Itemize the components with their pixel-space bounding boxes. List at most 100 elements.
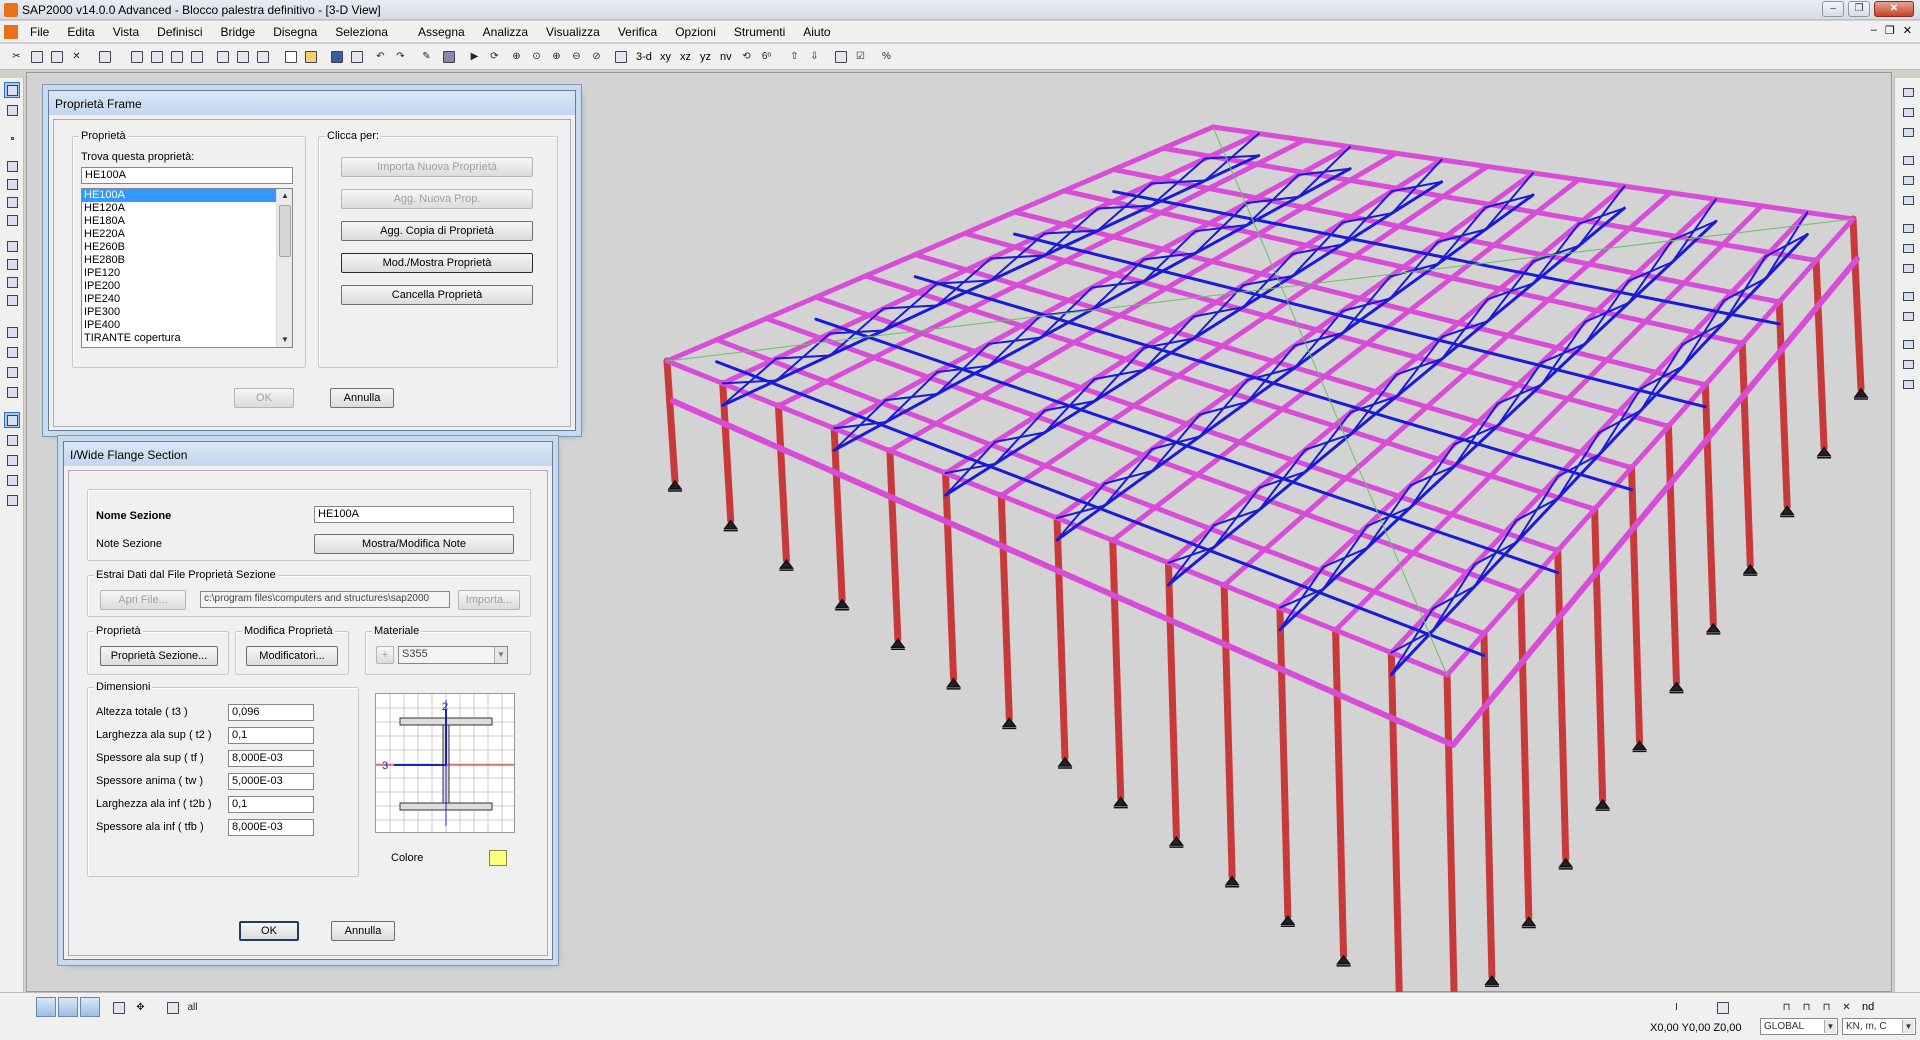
show-modify-notes-button[interactable]: Mostra/Modifica Note xyxy=(314,534,514,554)
find-property-input[interactable]: HE100A xyxy=(81,167,293,184)
snap-perpendicular-icon[interactable] xyxy=(4,472,20,488)
menu-seleziona[interactable]: Seleziona xyxy=(335,25,388,39)
view-xy-button[interactable]: xy xyxy=(660,51,671,63)
add-new-property-button[interactable]: Agg. Nuova Prop. xyxy=(341,189,533,209)
snap-lines-icon[interactable] xyxy=(4,432,20,448)
material-dropdown-icon[interactable]: ▼ xyxy=(494,647,507,663)
menu-aiuto[interactable]: Aiuto xyxy=(803,25,830,39)
draw-joint-icon[interactable] xyxy=(4,130,20,146)
menu-definisci[interactable]: Definisci xyxy=(157,25,202,39)
mdi-close-icon[interactable]: ✕ xyxy=(1903,24,1912,37)
add-copy-property-button[interactable]: Agg. Copia di Proprietà xyxy=(341,221,533,241)
menu-disegna[interactable]: Disegna xyxy=(273,25,317,39)
select-all-icon[interactable] xyxy=(4,324,20,340)
joint-displ-icon[interactable] xyxy=(1900,172,1916,188)
menu-strumenti[interactable]: Strumenti xyxy=(734,25,785,39)
refresh-icon[interactable]: ⟳ xyxy=(486,48,503,65)
modifiers-button[interactable]: Modificatori... xyxy=(246,646,338,666)
cursor-icon[interactable]: I xyxy=(1668,999,1685,1016)
zoom-out-icon[interactable]: ⊖ xyxy=(568,48,585,65)
property-list-item[interactable]: HE280B xyxy=(82,254,292,267)
draw-rect-area-icon[interactable] xyxy=(4,256,20,272)
dimension-input[interactable]: 0,1 xyxy=(228,796,314,813)
frame-loads-icon[interactable] xyxy=(1900,240,1916,256)
previous-selection-icon[interactable] xyxy=(4,344,20,360)
replicate-icon[interactable] xyxy=(214,48,231,65)
undo-icon[interactable]: ↶ xyxy=(372,48,389,65)
frame-cancel-button[interactable]: Annulla xyxy=(330,388,394,408)
draw-solid-icon[interactable] xyxy=(4,292,20,308)
dimension-input[interactable]: 8,000E-03 xyxy=(228,750,314,767)
pan-icon[interactable] xyxy=(612,48,629,65)
coordinate-system-select[interactable]: GLOBAL ▼ xyxy=(1760,1018,1838,1035)
units-dropdown-icon[interactable]: ▼ xyxy=(1902,1020,1914,1033)
menu-opzioni[interactable]: Opzioni xyxy=(675,25,716,39)
view-3d-button[interactable]: 3-d xyxy=(636,51,652,63)
frame-release-icon[interactable]: ✕ xyxy=(1838,999,1855,1016)
dimension-input[interactable]: 0,096 xyxy=(228,704,314,721)
section-properties-button[interactable]: Proprietà Sezione... xyxy=(100,646,218,666)
settings-icon[interactable]: % xyxy=(878,48,895,65)
dimension-input[interactable]: 0,1 xyxy=(228,727,314,744)
menu-verifica[interactable]: Verifica xyxy=(618,25,657,39)
property-list-item[interactable]: HE260B xyxy=(82,241,292,254)
import-property-button[interactable]: Importa Nuova Proprietà xyxy=(341,157,533,177)
copy-icon[interactable] xyxy=(28,48,45,65)
zoom-in-icon[interactable]: ⊕ xyxy=(548,48,565,65)
assign-spring-icon[interactable] xyxy=(1900,104,1916,120)
dimension-input[interactable]: 8,000E-03 xyxy=(228,819,314,836)
frame-section-icon[interactable] xyxy=(1900,192,1916,208)
delete-property-button[interactable]: Cancella Proprietà xyxy=(341,285,533,305)
property-list-item[interactable]: IPE120 xyxy=(82,267,292,280)
move-down-icon[interactable]: ⇩ xyxy=(806,48,823,65)
paste-icon[interactable] xyxy=(48,48,65,65)
menu-visualizza[interactable]: Visualizza xyxy=(546,25,600,39)
menu-file[interactable]: File xyxy=(30,25,49,39)
app-menu-icon[interactable] xyxy=(4,25,18,39)
menu-assegna[interactable]: Assegna xyxy=(418,25,465,39)
open-folder-icon[interactable] xyxy=(302,48,319,65)
edit-pencil-icon[interactable]: ✎ xyxy=(418,48,435,65)
quick-draw-frame-icon[interactable] xyxy=(4,176,20,192)
menu-bridge[interactable]: Bridge xyxy=(221,25,256,39)
quick-draw-area-icon[interactable] xyxy=(4,274,20,290)
property-list-item[interactable]: IPE400 xyxy=(82,319,292,332)
property-list-item[interactable]: IPE240 xyxy=(82,293,292,306)
import-button[interactable]: Importa... xyxy=(458,590,520,610)
show-deformed-icon[interactable] xyxy=(1900,336,1916,352)
coordinate-system-dropdown-icon[interactable]: ▼ xyxy=(1824,1020,1836,1033)
frame-icon[interactable] xyxy=(128,48,145,65)
new-file-icon[interactable] xyxy=(282,48,299,65)
save-icon[interactable] xyxy=(328,48,345,65)
section-color-swatch[interactable] xyxy=(489,850,507,866)
modify-show-property-button[interactable]: Mod./Mostra Proprietà xyxy=(341,253,533,273)
restore-button[interactable]: ❐ xyxy=(1848,1,1870,17)
reshape-icon[interactable] xyxy=(4,102,20,118)
property-list-item[interactable]: TIRANTE copertura xyxy=(82,332,292,345)
shell-icon[interactable] xyxy=(148,48,165,65)
assign-restraint-icon[interactable] xyxy=(1900,84,1916,100)
draw-brace-icon[interactable] xyxy=(4,194,20,210)
grid-icon[interactable] xyxy=(96,48,113,65)
scroll-down-icon[interactable]: ▼ xyxy=(277,333,292,347)
frame-ok-button[interactable]: OK xyxy=(234,388,294,408)
view-tool-2-icon[interactable] xyxy=(58,997,78,1017)
axes-icon[interactable]: ✥ xyxy=(132,999,149,1016)
assign-constraint-icon[interactable] xyxy=(1900,124,1916,140)
section-name-input[interactable]: HE100A xyxy=(314,506,514,523)
section-cancel-button[interactable]: Annulla xyxy=(331,921,395,941)
section-ok-button[interactable]: OK xyxy=(239,921,299,941)
dimension-input[interactable]: 5,000E-03 xyxy=(228,773,314,790)
snap-joints-icon[interactable] xyxy=(4,412,20,428)
menu-analizza[interactable]: Analizza xyxy=(483,25,528,39)
frame-temperature-icon[interactable] xyxy=(1900,260,1916,276)
delete-icon[interactable]: ✕ xyxy=(68,48,85,65)
frame-end-icon[interactable]: ⊓ xyxy=(1818,999,1835,1016)
view-yz-button[interactable]: yz xyxy=(700,51,711,63)
section-cut-icon[interactable]: ⊓ xyxy=(1778,999,1795,1016)
snap-fine-grid-icon[interactable] xyxy=(4,492,20,508)
view-xz-button[interactable]: xz xyxy=(680,51,691,63)
clear-selection-icon[interactable] xyxy=(4,364,20,380)
minimize-button[interactable]: – xyxy=(1822,1,1844,17)
redo-icon[interactable]: ↷ xyxy=(392,48,409,65)
